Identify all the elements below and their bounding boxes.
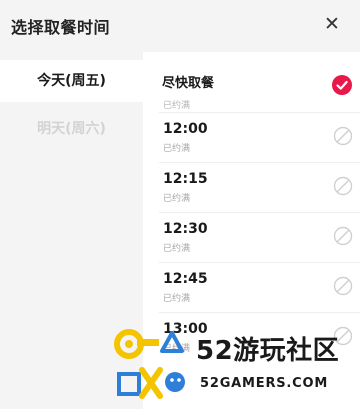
slot-status: 已约满 bbox=[163, 194, 191, 204]
slot-time: 12:30 bbox=[163, 221, 208, 237]
time-slot: 12:15 已约满 bbox=[143, 162, 360, 212]
unavailable-icon bbox=[333, 176, 353, 196]
watermark-url: 52GAMERS.COM bbox=[200, 376, 329, 391]
close-icon[interactable]: ✕ bbox=[321, 12, 343, 36]
unavailable-icon bbox=[333, 126, 353, 146]
slot-time: 12:45 bbox=[163, 271, 208, 287]
dialog-title: 选择取餐时间 bbox=[11, 18, 111, 37]
divider bbox=[159, 162, 360, 163]
divider bbox=[159, 212, 360, 213]
slot-status-partial: 已约满 bbox=[163, 101, 191, 111]
time-slot: 12:00 已约满 bbox=[143, 112, 360, 162]
asap-label: 尽快取餐 bbox=[162, 76, 215, 91]
slot-time: 12:15 bbox=[163, 171, 208, 187]
watermark-text: 52游玩社区 bbox=[196, 336, 340, 366]
day-tab-tomorrow[interactable]: 明天(周六) bbox=[0, 114, 143, 144]
day-tab-today[interactable]: 今天(周五) bbox=[0, 60, 143, 102]
dialog-header: 选择取餐时间 ✕ bbox=[0, 0, 360, 52]
slot-status: 已约满 bbox=[163, 244, 191, 254]
unavailable-icon bbox=[333, 276, 353, 296]
slot-time: 12:00 bbox=[163, 121, 208, 137]
slot-status: 已约满 bbox=[163, 144, 191, 154]
time-slot: 12:30 已约满 bbox=[143, 212, 360, 262]
divider bbox=[159, 312, 360, 313]
divider bbox=[159, 112, 360, 113]
slot-status: 已约满 bbox=[163, 294, 191, 304]
time-slot: 12:45 已约满 bbox=[143, 262, 360, 312]
asap-option[interactable]: 尽快取餐 bbox=[143, 60, 360, 102]
divider bbox=[159, 262, 360, 263]
watermark-logo-icon bbox=[114, 329, 185, 399]
unavailable-icon bbox=[333, 226, 353, 246]
check-circle-icon bbox=[332, 75, 352, 95]
